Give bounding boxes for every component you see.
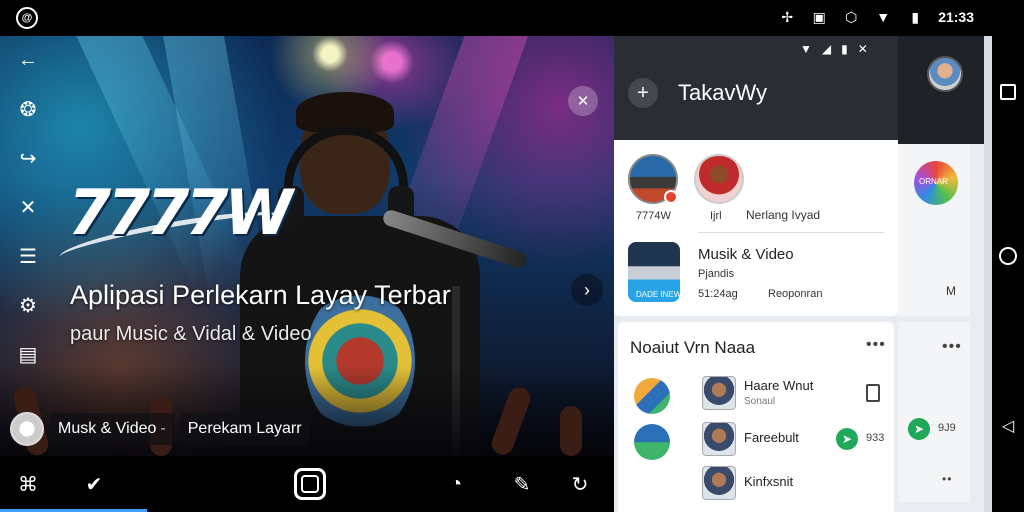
settings-icon[interactable]: ⚙ [14,291,42,319]
avatar[interactable] [702,422,736,456]
check-badge-icon[interactable]: ✔ [80,470,108,498]
chip-screen-recorder[interactable]: Perekam Layarr [179,413,310,445]
rotate-icon[interactable]: ↻ [566,470,594,498]
next-button[interactable]: › [571,274,603,306]
bottom-toolbar: ⌘ ✔ ◔ ✎ ↻ [0,456,614,512]
edit-icon[interactable]: ✎ [508,470,536,498]
battery-icon: ▮ [911,8,920,25]
section-title: Noaiut Vrn Naaa [630,338,756,357]
more-options-icon[interactable]: ••• [942,338,962,356]
status-icons: ✢ ▣ ⬡ ▼ ▮ 21:33 [778,8,974,26]
close-icon[interactable]: ✕ [858,42,868,56]
row-name[interactable]: Haare Wnut [744,378,813,393]
signal-icon: ◢ [821,42,832,56]
square-icon [1000,84,1016,100]
bluetooth-icon: ✢ [781,8,794,25]
row-meta: 9J9 [938,422,956,434]
side-circle-label: ORNAR [919,177,948,186]
hero-subtitle: paur Music & Vidal & Video [70,323,312,345]
list-icon[interactable]: ☰ [14,242,42,270]
chip-music-video[interactable]: Musk & Video - [50,413,174,445]
redo-icon[interactable]: ↪ [14,144,42,172]
circle-icon [999,247,1017,265]
row-name[interactable]: Fareebult [744,430,799,445]
profile-avatar[interactable] [927,56,963,92]
story-item[interactable] [694,154,744,204]
recents-button[interactable] [998,82,1018,102]
hero-banner: 7777W Aplipasi Perlekarn Layay Terbar pa… [0,36,614,456]
brain-icon[interactable]: ❂ [14,95,42,123]
scrollbar[interactable] [984,36,992,512]
row-meta: 933 [866,432,885,444]
home-button[interactable] [998,246,1018,266]
status-bar: @ ✢ ▣ ⬡ ▼ ▮ 21:33 [0,0,1024,36]
phone-icon[interactable] [866,384,880,402]
battery-icon: ▮ [841,42,848,56]
row-sub: Sonaul [744,396,776,407]
story-label: Ijrl [710,210,722,222]
media-sub: Pjandis [698,268,735,280]
panel-header: ▼ ◢ ▮ ✕ + TakavWy [614,36,898,140]
avatar[interactable] [10,412,44,446]
notifications-card: Noaiut Vrn Naaa ••• Haare Wnut Sonaul Fa… [618,322,894,512]
panel-title: TakavWy [678,80,768,105]
stories-card: 7774W Ijrl Nerlang Ivyad DADE INEW Musik… [614,140,898,316]
row-name[interactable]: Kinfxsnit [744,474,793,489]
story-extra-label: Nerlang Ivyad [746,208,821,222]
data-saver-icon: ⬡ [845,8,858,25]
send-button[interactable]: ➤ [836,428,858,450]
tools-icon: ✕ [576,93,590,110]
media-title[interactable]: Musik & Video [698,246,794,263]
translate-icon[interactable]: ⌘ [14,470,42,498]
status-time: 21:33 [938,9,974,25]
tools-button[interactable]: ✕ [568,86,598,116]
triangle-back-icon: ◁ [1001,418,1015,435]
timer-icon[interactable]: ◔ [442,470,470,498]
story-label: 7774W [636,210,671,222]
notification-badge [664,190,678,204]
system-nav: ◁ [984,36,1024,512]
media-meta-2: Reoponran [768,288,823,300]
media-thumb-label: DADE INEW [636,290,682,299]
add-button[interactable]: + [628,78,658,108]
panel-header-right [898,36,984,144]
back-arrow-icon[interactable]: ← [14,46,42,74]
hero-title: Aplipasi Perlekarn Layay Terbar [70,280,451,310]
wifi-icon: ▼ [876,9,891,25]
avatar[interactable] [702,466,736,500]
status-badge: @ [16,7,38,29]
app-panel: ▼ ◢ ▮ ✕ + TakavWy 7774W Ijrl Nerlang Ivy… [614,36,984,512]
side-meta: M [946,284,956,298]
left-toolbar: ← ❂ ↪ ✕ ☰ ⚙ ▤ [10,46,46,368]
back-button[interactable]: ◁ [998,416,1018,436]
send-button[interactable]: ➤ [908,418,930,440]
sim-icon: ▣ [812,8,826,25]
wifi-icon: ▼ [800,42,812,56]
chevron-right-icon: › [584,279,590,300]
clipboard-icon[interactable]: ▤ [14,340,42,368]
side-card-2: ••• ➤ 9J9 •• [898,322,970,502]
record-button[interactable] [294,468,326,500]
avatar[interactable] [702,376,736,410]
app-icon [634,424,670,460]
more-options-icon[interactable]: •• [942,472,952,486]
panel-mini-status: ▼ ◢ ▮ ✕ [800,42,868,56]
tag-chips: Musk & Video - Perekam Layarr [10,412,310,446]
divider [698,232,884,233]
more-options-icon[interactable]: ••• [866,336,886,354]
media-meta: 51:24ag [698,288,738,300]
crop-icon[interactable]: ✕ [14,193,42,221]
hero-logo: 7777W [68,176,293,249]
app-icon [634,378,670,414]
